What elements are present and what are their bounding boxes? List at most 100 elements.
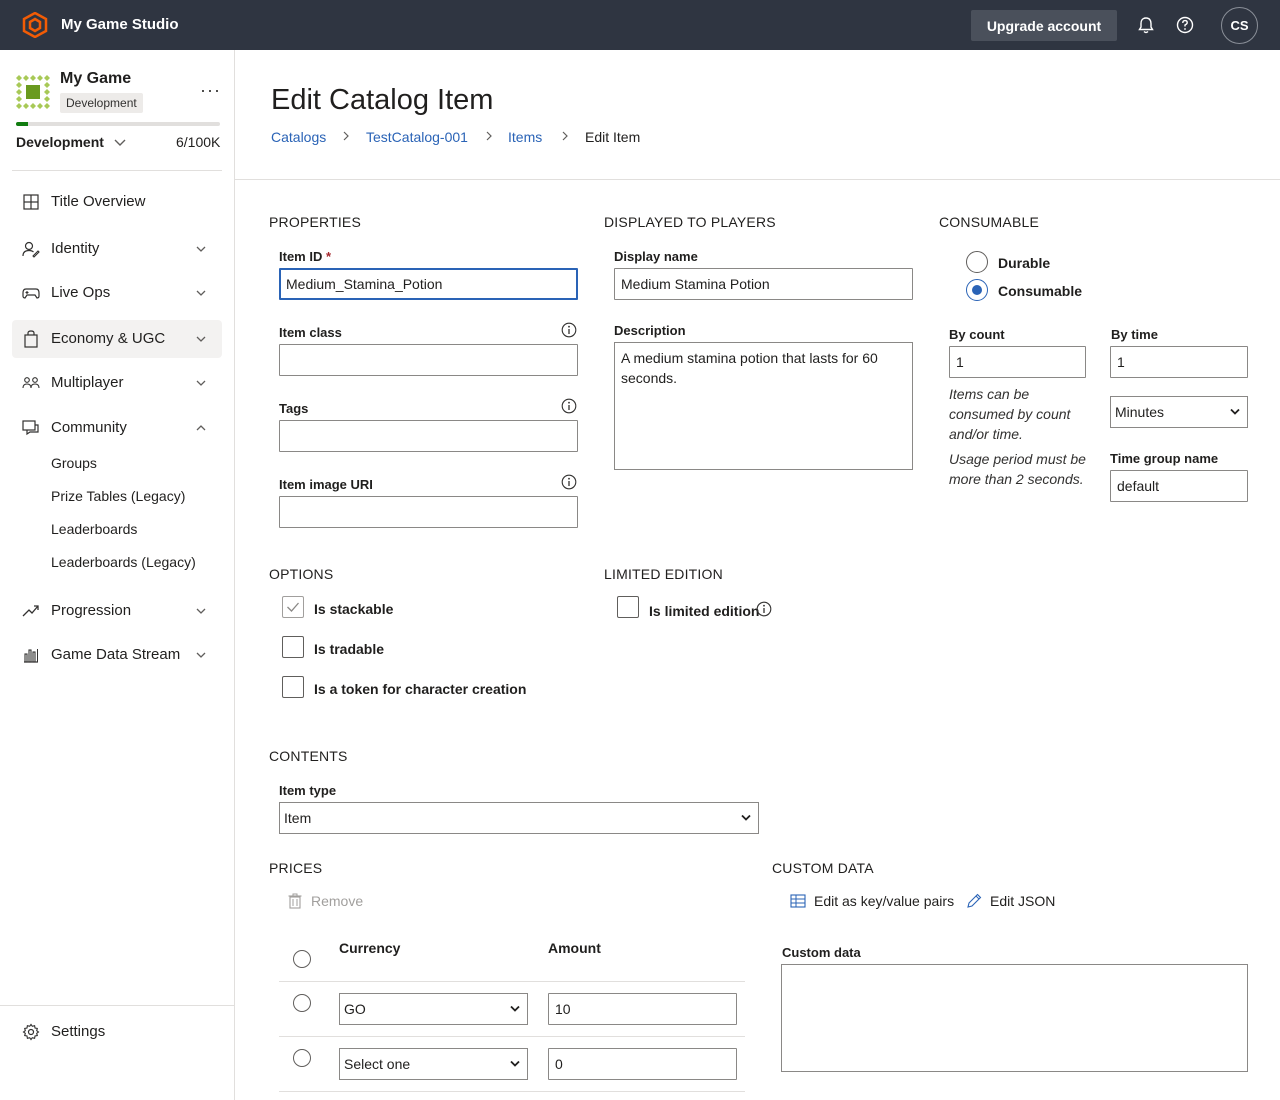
identity-icon [22, 241, 40, 258]
display-name-input[interactable] [614, 268, 913, 300]
more-options-icon[interactable]: ··· [200, 80, 221, 101]
sidebar-item-community[interactable]: Community [12, 409, 222, 447]
item-type-label: Item type [279, 783, 337, 798]
tags-input[interactable] [279, 420, 578, 452]
sidebar-item-game-data-stream[interactable]: Game Data Stream [12, 636, 222, 674]
options-heading: OPTIONS [269, 566, 334, 582]
currency-select[interactable]: Select one [339, 1048, 528, 1080]
chevron-down-icon [1230, 408, 1240, 415]
usage-period-hint: Usage period must be more than 2 seconds… [949, 451, 1086, 487]
sidebar-subitem-prize-tables-legacy[interactable]: Prize Tables (Legacy) [51, 488, 185, 504]
by-count-input[interactable] [949, 346, 1086, 378]
item-type-select[interactable]: Item [279, 802, 759, 834]
breadcrumb-edit-item: Edit Item [585, 129, 641, 145]
sidebar-item-title-overview[interactable]: Title Overview [12, 183, 222, 221]
sidebar-item-progression[interactable]: Progression [12, 592, 222, 630]
limited-edition-heading: LIMITED EDITION [604, 566, 723, 582]
chevron-down-icon [741, 814, 751, 821]
sidebar-divider [12, 170, 222, 171]
sidebar-item-label: Game Data Stream [51, 646, 181, 663]
shopping-bag-icon [24, 330, 38, 348]
currency-select[interactable]: GO [339, 993, 528, 1025]
consumable-radio[interactable] [966, 279, 988, 301]
price-row-radio[interactable] [293, 994, 311, 1012]
help-icon[interactable] [1175, 15, 1195, 35]
displayed-heading: DISPLAYED TO PLAYERS [604, 214, 776, 230]
tradable-label: Is tradable [314, 641, 385, 657]
usage-count: 6/100K [176, 134, 221, 150]
sidebar-item-identity[interactable]: Identity [12, 230, 222, 268]
item-type-value: Item [284, 810, 312, 826]
custom-data-textarea[interactable] [781, 964, 1248, 1072]
amount-input[interactable] [548, 993, 737, 1025]
currency-value: GO [344, 1001, 366, 1017]
sidebar-subitem-groups[interactable]: Groups [51, 455, 97, 471]
info-icon[interactable] [561, 474, 577, 490]
chevron-down-icon [196, 380, 206, 386]
breadcrumb-catalogs[interactable]: Catalogs [271, 129, 326, 145]
table-divider [279, 981, 745, 982]
breadcrumb-items[interactable]: Items [508, 129, 542, 145]
stackable-checkbox[interactable] [282, 596, 304, 618]
trash-icon [288, 893, 302, 909]
sidebar-item-economy-ugc[interactable]: Economy & UGC [12, 320, 222, 358]
sidebar-item-label: Multiplayer [51, 374, 124, 391]
limited-edition-checkbox[interactable] [617, 596, 639, 618]
chevron-down-icon [196, 336, 206, 342]
chevron-down-icon [196, 652, 206, 658]
price-row-radio[interactable] [293, 1049, 311, 1067]
sidebar-subitem-leaderboards[interactable]: Leaderboards [51, 521, 137, 537]
info-icon[interactable] [756, 601, 772, 617]
top-bar: My Game Studio Upgrade account CS [0, 0, 1280, 50]
time-unit-value: Minutes [1115, 404, 1165, 420]
chevron-down-icon [196, 290, 206, 296]
custom-data-heading: CUSTOM DATA [772, 860, 874, 876]
remove-label: Remove [311, 893, 364, 909]
sidebar-divider [0, 1005, 234, 1006]
durable-radio[interactable] [966, 251, 988, 273]
sidebar-item-live-ops[interactable]: Live Ops [12, 274, 222, 312]
game-name[interactable]: My Game [60, 70, 131, 88]
item-id-input[interactable] [279, 268, 578, 300]
bell-icon[interactable] [1136, 15, 1156, 35]
chevron-up-icon [196, 425, 206, 431]
description-label: Description [614, 323, 686, 338]
breadcrumb-test-catalog[interactable]: TestCatalog-001 [366, 129, 468, 145]
edit-json-label: Edit JSON [990, 893, 1056, 909]
sidebar-item-label: Identity [51, 240, 100, 257]
by-time-input[interactable] [1110, 346, 1248, 378]
item-image-uri-input[interactable] [279, 496, 578, 528]
required-mark: * [325, 249, 332, 264]
time-group-input[interactable] [1110, 470, 1248, 502]
amount-input[interactable] [548, 1048, 737, 1080]
durable-label: Durable [998, 255, 1051, 271]
description-textarea[interactable]: A medium stamina potion that lasts for 6… [614, 342, 913, 470]
avatar[interactable]: CS [1221, 7, 1258, 44]
by-count-label: By count [949, 327, 1005, 342]
select-all-prices-radio[interactable] [293, 950, 311, 968]
chat-icon [22, 420, 39, 436]
item-class-input[interactable] [279, 344, 578, 376]
info-icon[interactable] [561, 322, 577, 338]
custom-data-label: Custom data [782, 945, 861, 960]
tradable-checkbox[interactable] [282, 636, 304, 658]
info-icon[interactable] [561, 398, 577, 414]
environment-badge: Development [60, 93, 143, 113]
studio-name[interactable]: My Game Studio [61, 16, 179, 33]
header-divider [235, 179, 1280, 180]
checkmark-icon [287, 602, 299, 612]
settings-label: Settings [51, 1023, 106, 1040]
sidebar-item-multiplayer[interactable]: Multiplayer [12, 364, 222, 402]
time-unit-select[interactable]: Minutes [1110, 396, 1248, 428]
table-divider [279, 1091, 745, 1092]
game-logo-icon [16, 75, 50, 109]
environment-dropdown[interactable]: Development [16, 134, 126, 150]
sidebar: My Game Development ··· Development 6/10… [0, 50, 235, 1100]
studio-logo-icon[interactable] [22, 12, 48, 38]
character-token-checkbox[interactable] [282, 676, 304, 698]
sidebar-subitem-leaderboards-legacy[interactable]: Leaderboards (Legacy) [51, 554, 196, 570]
chevron-right-icon [486, 131, 492, 141]
chevron-right-icon [562, 131, 568, 141]
gamepad-icon [22, 288, 40, 299]
upgrade-account-button[interactable]: Upgrade account [971, 10, 1117, 41]
